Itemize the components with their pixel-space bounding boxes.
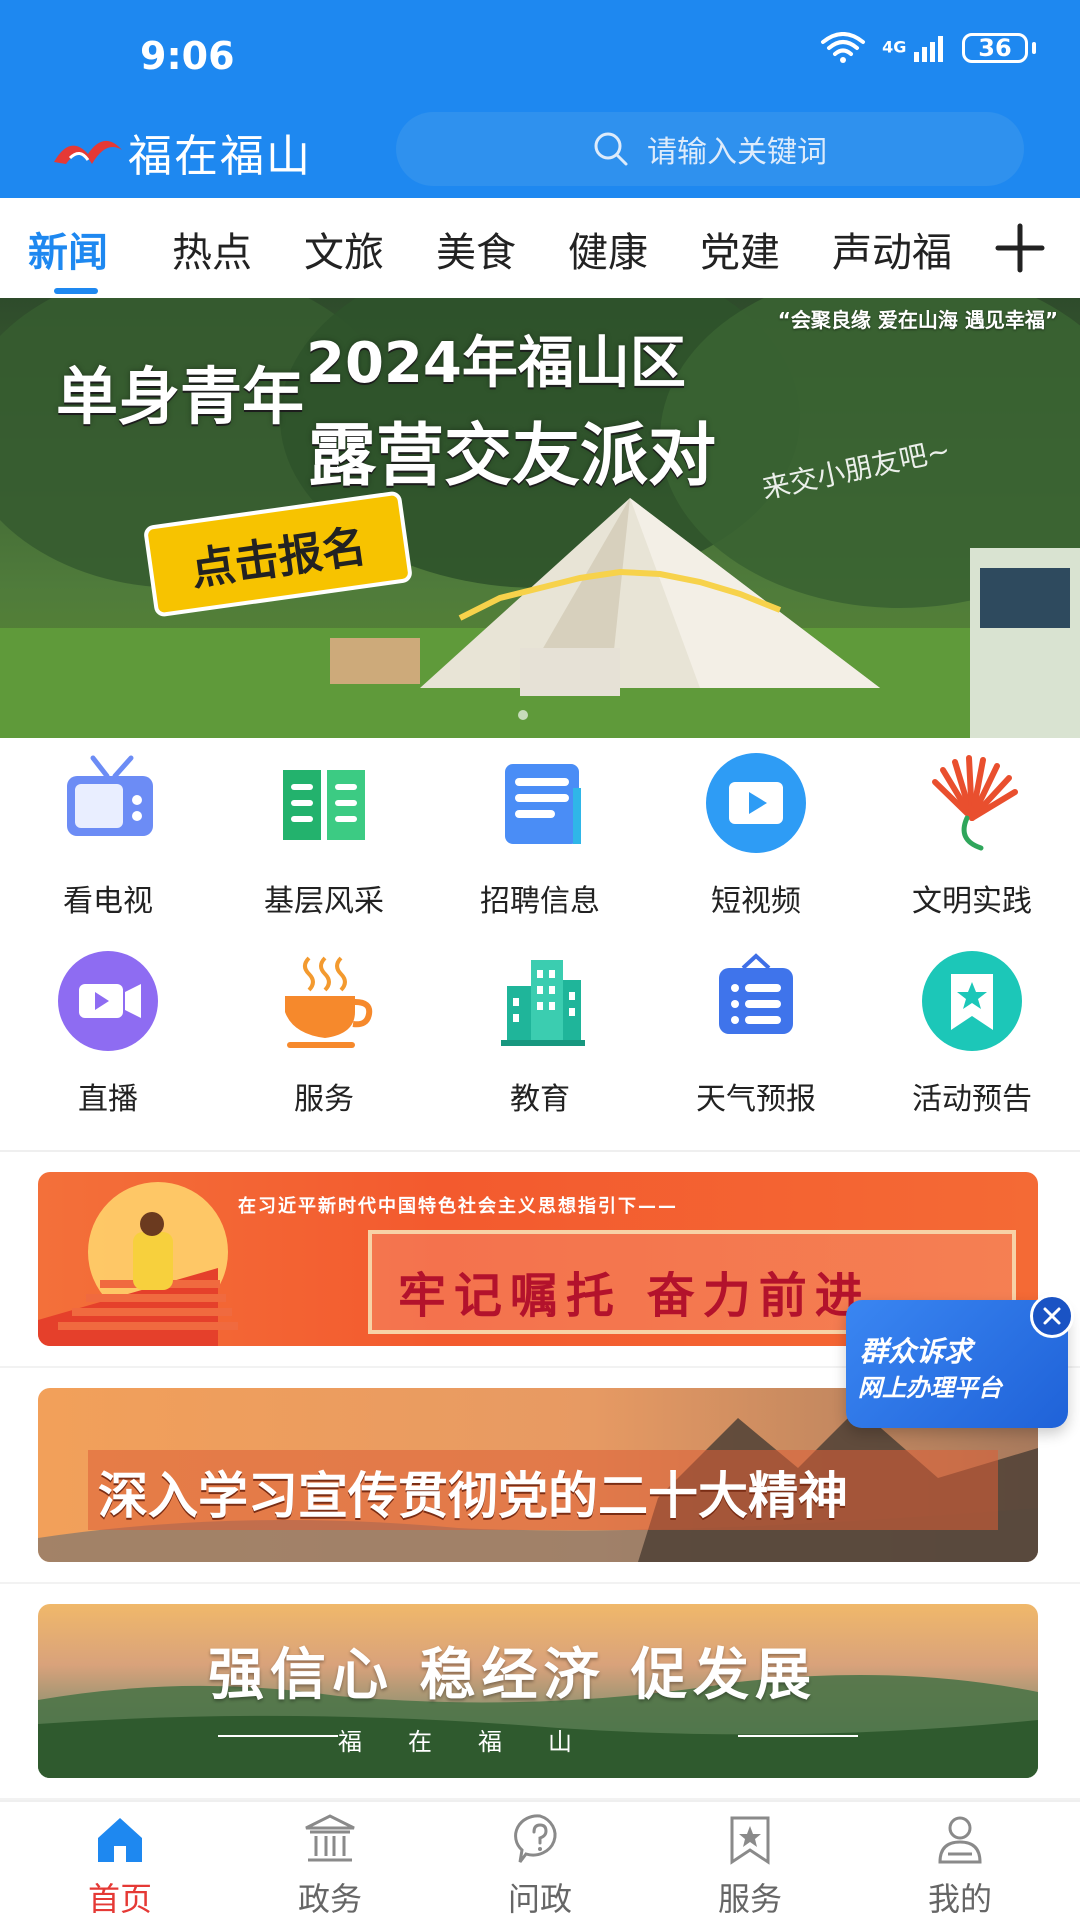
live-camera-icon [58, 951, 158, 1051]
nav-label: 服务 [717, 1880, 782, 1918]
grid-item-weather[interactable]: 天气预报 [648, 946, 864, 1117]
tab-culture-travel[interactable]: 文旅 [304, 220, 384, 278]
list-separator [0, 1582, 1080, 1584]
close-floating-button[interactable] [1030, 1294, 1074, 1338]
grid-label: 看电视 [63, 884, 153, 919]
coffee-cup-icon [285, 956, 373, 1048]
tab-news[interactable]: 新闻 [28, 220, 108, 278]
nav-label: 我的 [927, 1880, 992, 1918]
banner-pagination [518, 710, 528, 720]
category-tabs: 新闻 热点 文旅 美食 健康 党建 声动福 [0, 198, 1080, 298]
grid-item-civilization-practice[interactable]: 文明实践 [864, 748, 1080, 919]
nav-home[interactable]: 首页 [12, 1812, 228, 1922]
nav-inquiry[interactable]: 问政 [432, 1812, 648, 1922]
bookmark-star-icon [922, 951, 1022, 1051]
tab-active-indicator [54, 288, 98, 294]
hero-banner[interactable]: “会聚良缘 爱在山海 遇见幸福” 单身青年 2024年福山区 露营交友派对 来交… [0, 298, 1080, 738]
grid-label: 短视频 [711, 884, 801, 919]
grid-item-education[interactable]: 教育 [432, 946, 648, 1117]
banner-title-party: 露营交友派对 [308, 417, 717, 496]
floating-title: 群众诉求 [860, 1335, 973, 1368]
grid-label: 招聘信息 [480, 884, 600, 919]
grid-item-service[interactable]: 服务 [216, 946, 432, 1117]
video-icon [706, 753, 806, 853]
battery-level: 36 [978, 34, 1012, 62]
promo-subtitle: 福在福山 [338, 1728, 618, 1756]
bottom-navigation: 首页 政务 问政 服务 我的 [0, 1800, 1080, 1922]
nav-government[interactable]: 政务 [222, 1812, 438, 1922]
tab-health[interactable]: 健康 [568, 220, 648, 278]
grid-label: 基层风采 [264, 884, 384, 919]
app-name: 福在福山 [128, 131, 312, 182]
nav-label: 首页 [87, 1880, 152, 1918]
promo-title: 深入学习宣传贯彻党的二十大精神 [98, 1467, 848, 1525]
promo-tagline: 在习近平新时代中国特色社会主义思想指引下—— [238, 1196, 678, 1217]
tab-party[interactable]: 党建 [700, 220, 780, 278]
grid-item-watch-tv[interactable]: 看电视 [0, 748, 216, 919]
tv-icon [67, 755, 153, 836]
tab-voice[interactable]: 声动福 [832, 220, 952, 278]
search-icon [594, 132, 628, 166]
tab-hot[interactable]: 热点 [172, 220, 252, 278]
banner-slogan: “会聚良缘 爱在山海 遇见幸福” [777, 308, 1058, 332]
grid-label: 直播 [78, 1082, 138, 1117]
question-icon [514, 1814, 557, 1863]
promo-title: 强信心 稳经济 促发展 [208, 1643, 817, 1708]
wifi-icon [821, 32, 866, 63]
status-icons: 4G 36 [820, 32, 1036, 64]
promo-title: 牢记嘱托 奋力前进 [398, 1268, 871, 1324]
book-icon [283, 770, 365, 840]
tab-food[interactable]: 美食 [436, 220, 516, 278]
app-logo-icon [54, 140, 122, 164]
nav-label: 问政 [507, 1880, 572, 1918]
promo-banner-economy[interactable]: 强信心 稳经济 促发展 福在福山 [38, 1604, 1038, 1778]
grid-label: 服务 [294, 1082, 354, 1117]
grid-label: 天气预报 [696, 1082, 816, 1117]
pagination-dot [518, 710, 528, 720]
document-icon [505, 764, 581, 844]
add-tab-icon[interactable] [994, 222, 1046, 274]
nav-service[interactable]: 服务 [642, 1812, 858, 1922]
grid-item-live[interactable]: 直播 [0, 946, 216, 1117]
grid-item-grassroots[interactable]: 基层风采 [216, 748, 432, 919]
sign-board-icon [719, 953, 793, 1034]
buildings-icon [501, 960, 585, 1046]
battery-icon: 36 [962, 33, 1036, 63]
service-star-icon [730, 1816, 770, 1865]
grid-label: 文明实践 [912, 884, 1032, 919]
search-placeholder: 请输入关键词 [647, 135, 827, 170]
fan-logo-icon [932, 755, 1018, 851]
grid-label: 活动预告 [912, 1082, 1032, 1117]
grid-item-short-video[interactable]: 短视频 [648, 748, 864, 919]
grid-item-event-preview[interactable]: 活动预告 [864, 946, 1080, 1117]
government-icon [305, 1814, 355, 1862]
close-icon [1043, 1307, 1061, 1325]
signal-icon: 4G [882, 34, 946, 62]
banner-title-single-youth: 单身青年 [56, 360, 305, 433]
user-icon [938, 1816, 982, 1864]
top-bar: 9:06 4G 36 福在福山 请输入关键词 [0, 0, 1080, 198]
banner-title-year: 2024年福山区 [306, 331, 686, 396]
nav-label: 政务 [297, 1880, 362, 1918]
service-grid: 看电视 基层风采 招聘信息 短视频 文明实践 直播 服务 教育 天气预报 活动预… [0, 748, 1080, 1148]
network-type: 4G [882, 37, 907, 57]
home-icon [98, 1818, 142, 1862]
grid-item-jobs[interactable]: 招聘信息 [432, 748, 648, 919]
section-divider [0, 1150, 1080, 1152]
search-bar[interactable]: 请输入关键词 [396, 112, 1024, 186]
nav-profile[interactable]: 我的 [852, 1812, 1068, 1922]
public-appeal-floating-button[interactable]: 群众诉求 网上办理平台 [846, 1294, 1074, 1428]
floating-subtitle: 网上办理平台 [858, 1374, 1002, 1402]
grid-label: 教育 [510, 1082, 570, 1117]
status-time: 9:06 [140, 34, 235, 78]
